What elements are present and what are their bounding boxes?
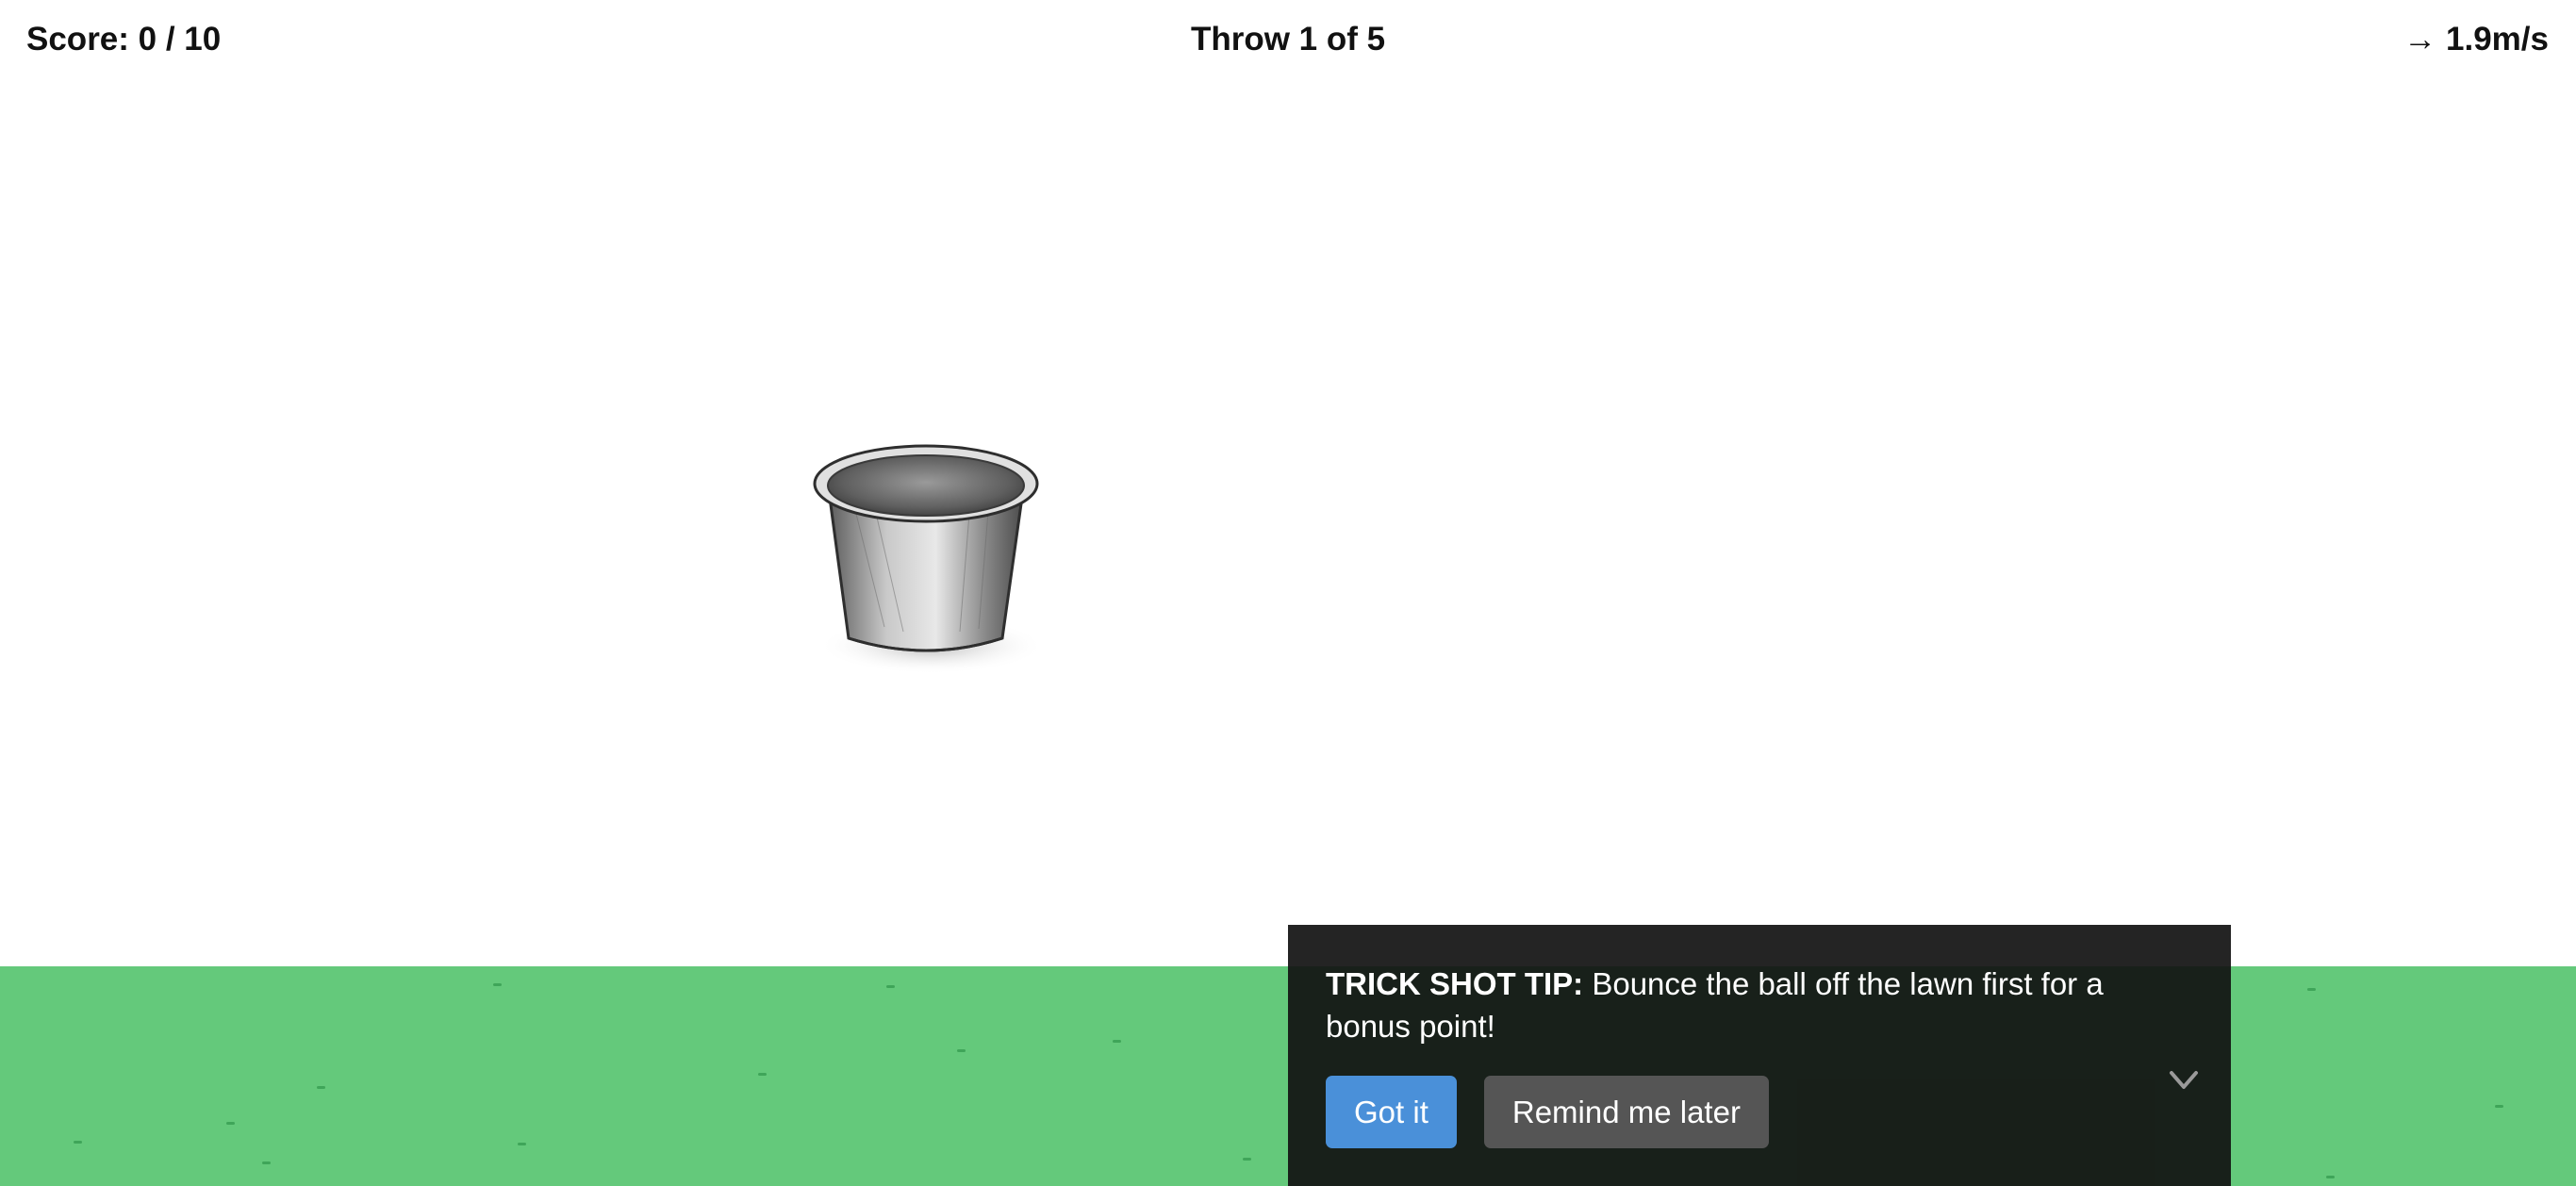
tip-actions: Got it Remind me later xyxy=(1326,1076,1769,1148)
grass-tuft xyxy=(2307,988,2316,991)
grass-tuft xyxy=(2495,1105,2503,1108)
chevron-down-icon[interactable] xyxy=(2168,1063,2200,1095)
grass-tuft xyxy=(2326,1176,2335,1178)
grass-tuft xyxy=(758,1073,767,1076)
grass-tuft xyxy=(493,983,502,986)
bucket-icon xyxy=(813,444,1045,674)
grass-tuft xyxy=(1113,1040,1121,1043)
tip-message: TRICK SHOT TIP: Bounce the ball off the … xyxy=(1326,963,2118,1047)
throw-counter: Throw 1 of 5 xyxy=(1190,21,1386,58)
game-stage[interactable]: Score: 0 / 10 Throw 1 of 5 → 1.9m/s TRIC… xyxy=(0,0,2576,1186)
grass-tuft xyxy=(1243,1158,1251,1161)
remind-me-later-button[interactable]: Remind me later xyxy=(1483,1076,1769,1148)
tip-heading: TRICK SHOT TIP: xyxy=(1326,966,1584,1001)
grass-tuft xyxy=(262,1161,271,1164)
grass-tuft xyxy=(957,1049,966,1052)
grass-tuft xyxy=(886,985,895,988)
wind-indicator: → 1.9m/s xyxy=(2403,21,2549,58)
grass-tuft xyxy=(518,1143,526,1145)
grass-tuft xyxy=(317,1086,325,1089)
grass-tuft xyxy=(226,1122,235,1125)
trick-shot-tip-banner: TRICK SHOT TIP: Bounce the ball off the … xyxy=(1288,925,2231,1186)
got-it-button[interactable]: Got it xyxy=(1326,1076,1457,1148)
grass-tuft xyxy=(74,1141,82,1144)
